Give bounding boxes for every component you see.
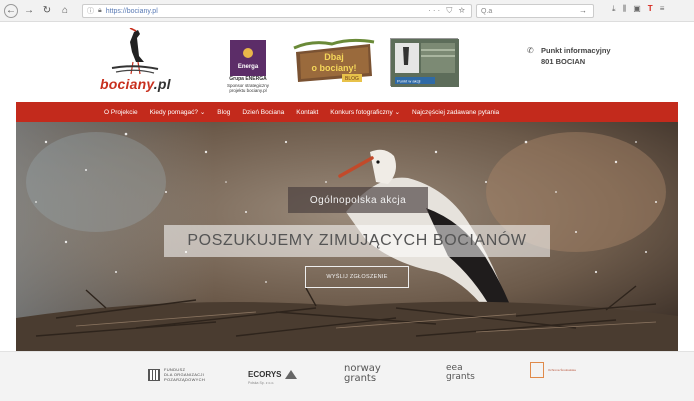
toolbar-icons: ⤓ ⫼ ▣ T ≡ bbox=[612, 4, 664, 14]
library-icon[interactable]: ⫼ bbox=[623, 4, 627, 14]
search-placeholder: Q.a bbox=[481, 7, 493, 15]
back-arrow-icon[interactable]: ← bbox=[4, 3, 18, 18]
reload-icon[interactable]: ↻ bbox=[40, 4, 54, 18]
page-info-icon[interactable]: ⓘ bbox=[87, 6, 94, 16]
ministry-text: Ochrona Środowiska bbox=[548, 368, 576, 372]
phone-icon: ✆ bbox=[527, 46, 534, 55]
download-icon[interactable]: ⤓ bbox=[612, 4, 616, 14]
nav-item-kontakt[interactable]: Kontakt bbox=[296, 109, 318, 116]
send-report-button[interactable]: WYŚLIJ ZGŁOSZENIE bbox=[305, 266, 409, 288]
norway-line2: grants bbox=[344, 373, 377, 384]
partner-fundusz[interactable]: FUNDUSZ DLA ORGANIZACJI POZARZĄDOWYCH bbox=[148, 367, 205, 382]
crest-icon bbox=[530, 362, 544, 378]
address-bar[interactable]: ⓘ 🔒︎ https://bociany.pl ··· ⛉ ☆ bbox=[82, 4, 472, 18]
news-thumbnail-graphic: Punkt w akcji bbox=[391, 39, 459, 87]
blog-banner[interactable]: Dbaj o bociany! BLOG bbox=[292, 36, 376, 90]
partner-eea-grants[interactable]: eea grants bbox=[446, 364, 475, 382]
news-thumbnail[interactable]: Punkt w akcji bbox=[390, 38, 459, 87]
news-label: Punkt w akcji bbox=[397, 79, 420, 84]
blog-banner-graphic: Dbaj o bociany! BLOG bbox=[293, 38, 375, 82]
search-input[interactable]: Q.a → bbox=[476, 4, 594, 18]
eea-line2: grants bbox=[446, 372, 475, 382]
lock-icon: 🔒︎ bbox=[98, 7, 102, 14]
partner-norway-grants[interactable]: norway grants bbox=[344, 364, 381, 384]
sponsor-caption-line1: Sponsor strategiczny bbox=[226, 82, 270, 88]
hero-banner: Ogólnopolska akcja POSZUKUJEMY ZIMUJĄCYC… bbox=[16, 122, 678, 351]
hero-title: POSZUKUJEMY ZIMUJĄCYCH BOCIANÓW bbox=[164, 225, 550, 257]
contact-number[interactable]: 801 BOCIAN bbox=[541, 57, 585, 66]
blog-banner-line2: o bociany! bbox=[311, 63, 356, 73]
energa-logo-word: Energa bbox=[238, 64, 259, 70]
menu-icon[interactable]: ≡ bbox=[660, 4, 665, 14]
ecorys-sub: Polska Sp. z o.o. bbox=[248, 381, 275, 385]
nav-item-kiedy-pomagac[interactable]: Kiedy pomagać? ⌄ bbox=[150, 108, 206, 116]
energa-logo[interactable]: Energa bbox=[230, 40, 266, 76]
site-header: bociany.pl Energa Grupa ENERGA Sponsor s… bbox=[0, 22, 694, 100]
sidebar-icon[interactable]: ▣ bbox=[633, 4, 641, 14]
nav-item-o-projekcie[interactable]: O Projekcie bbox=[104, 109, 138, 116]
browser-toolbar: ← → ↻ ⌂ ⓘ 🔒︎ https://bociany.pl ··· ⛉ ☆ … bbox=[0, 0, 694, 22]
fundusz-icon bbox=[148, 368, 160, 381]
blog-banner-tag: BLOG bbox=[345, 76, 359, 82]
energa-logo-graphic: Energa bbox=[238, 48, 259, 70]
contact-title: Punkt informacyjny bbox=[541, 46, 611, 55]
sponsor-caption: Grupa ENERGA Sponsor strategiczny projek… bbox=[218, 76, 278, 94]
search-go-icon[interactable]: → bbox=[579, 6, 587, 15]
logo-text-suffix: .pl bbox=[153, 76, 171, 92]
sponsor-caption-title: Grupa ENERGA bbox=[229, 76, 267, 82]
partner-ecorys[interactable]: ECORYS Polska Sp. z o.o. bbox=[248, 370, 297, 385]
extension-icon[interactable]: T bbox=[648, 4, 653, 14]
nav-item-konkurs[interactable]: Konkurs fotograficzny ⌄ bbox=[330, 108, 400, 116]
ecorys-text: ECORYS bbox=[248, 370, 282, 379]
hero-kicker: Ogólnopolska akcja bbox=[288, 187, 428, 213]
urlbar-actions[interactable]: ··· ⛉ ☆ bbox=[428, 6, 467, 16]
nav-item-dzien-bociana[interactable]: Dzień Bociana bbox=[242, 109, 284, 116]
forward-arrow-icon[interactable]: → bbox=[22, 4, 36, 18]
sponsor-caption-line2: projektu bociany.pl bbox=[229, 88, 267, 93]
browser-window: ← → ↻ ⌂ ⓘ 🔒︎ https://bociany.pl ··· ⛉ ☆ … bbox=[0, 0, 694, 401]
partners-strip: FUNDUSZ DLA ORGANIZACJI POZARZĄDOWYCH EC… bbox=[0, 351, 694, 401]
fundusz-line3: POZARZĄDOWYCH bbox=[164, 377, 206, 382]
partner-ministry[interactable]: Ochrona Środowiska bbox=[530, 362, 576, 378]
logo-text-main: bociany bbox=[100, 76, 154, 92]
nav-item-blog[interactable]: Blog bbox=[217, 109, 230, 116]
main-nav: O Projekcie Kiedy pomagać? ⌄ Blog Dzień … bbox=[16, 102, 678, 122]
logo-text[interactable]: bociany.pl bbox=[100, 76, 171, 92]
nav-item-faq[interactable]: Najczęściej zadawane pytania bbox=[412, 109, 499, 116]
fundusz-text: FUNDUSZ DLA ORGANIZACJI POZARZĄDOWYCH bbox=[164, 367, 205, 382]
url-text[interactable]: https://bociany.pl bbox=[106, 8, 158, 15]
stork-logo-graphic bbox=[111, 27, 159, 75]
home-icon[interactable]: ⌂ bbox=[58, 4, 72, 18]
ecorys-triangle-icon bbox=[284, 370, 297, 379]
blog-banner-line1: Dbaj bbox=[324, 52, 344, 62]
